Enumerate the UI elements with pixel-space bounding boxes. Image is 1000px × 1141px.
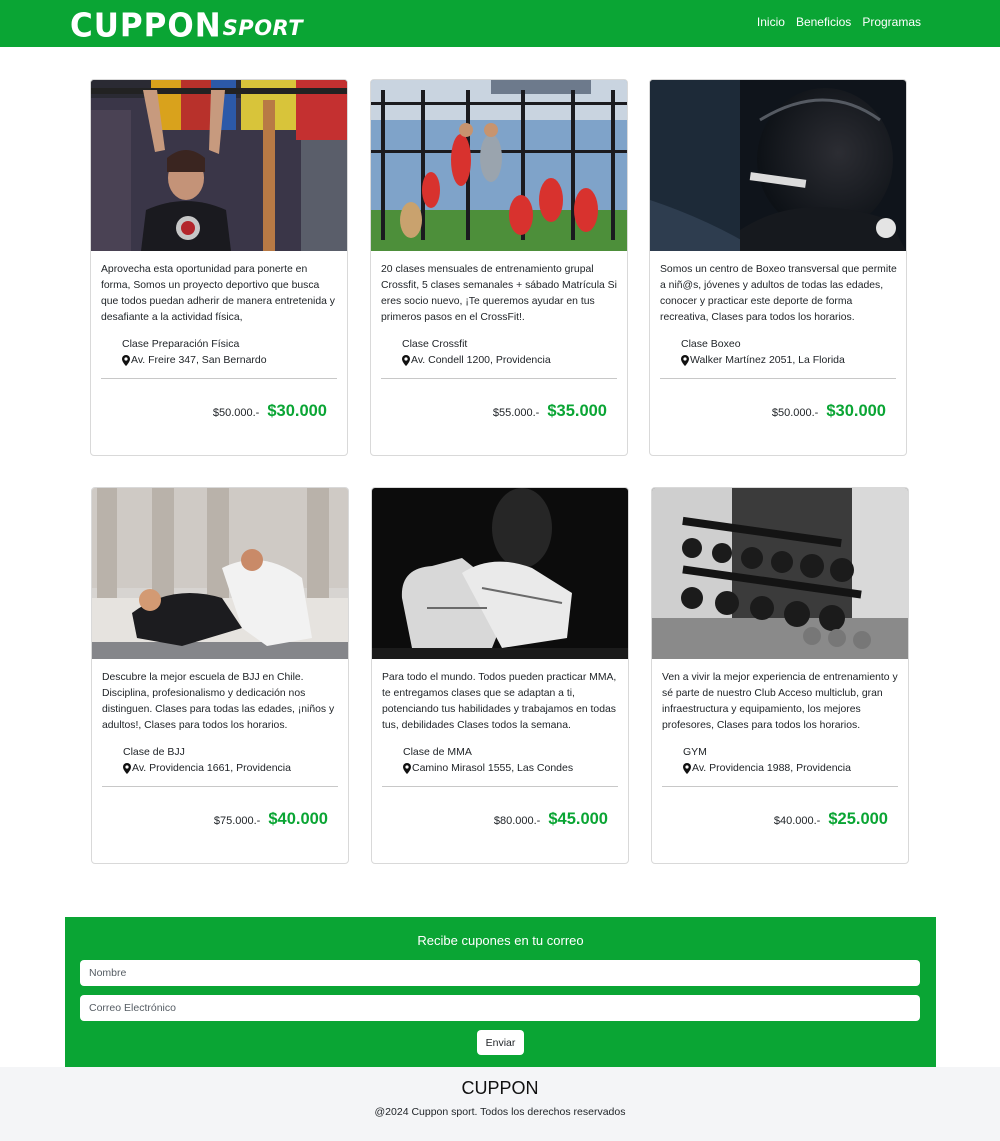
card-new-price: $25.000 (828, 810, 888, 828)
location-pin-icon (122, 354, 130, 366)
brand-logo-main: CUPPON (70, 7, 222, 45)
email-field[interactable] (80, 995, 920, 1021)
card-divider (102, 786, 338, 787)
newsletter-section: Recibe cupones en tu correo Enviar (65, 917, 936, 1068)
card-new-price: $30.000 (826, 402, 886, 420)
card-divider (660, 378, 896, 379)
card-new-price: $30.000 (267, 402, 327, 420)
card-address-text: Av. Providencia 1988, Providencia (692, 762, 851, 774)
card-description: Ven a vivir la mejor experiencia de entr… (662, 672, 898, 731)
offer-card: 20 clases mensuales de entrenamiento gru… (370, 79, 628, 456)
submit-button[interactable]: Enviar (477, 1030, 524, 1055)
location-pin-icon (402, 354, 410, 366)
location-pin-icon (681, 354, 689, 366)
card-address: Av. Freire 347, San Bernardo (101, 352, 339, 368)
offer-card: Descubre la mejor escuela de BJJ en Chil… (91, 487, 349, 864)
card-image-pullup (91, 80, 347, 251)
nav-link-programas[interactable]: Programas (862, 15, 921, 29)
brand-logo-sub: SPORT (222, 16, 304, 40)
card-image-crossfit (371, 80, 627, 251)
location-pin-icon (403, 762, 411, 774)
brand-logo[interactable]: CUPPON SPORT (70, 4, 304, 45)
card-prices: $50.000.- $30.000 (772, 402, 886, 421)
card-address-text: Av. Freire 347, San Bernardo (131, 354, 267, 366)
card-body: Aprovecha esta oportunidad para ponerte … (101, 262, 339, 368)
card-image-mma (372, 488, 628, 659)
offer-card: Somos un centro de Boxeo transversal que… (649, 79, 907, 456)
card-address-text: Av. Condell 1200, Providencia (411, 354, 551, 366)
card-divider (101, 378, 337, 379)
card-address-text: Camino Mirasol 1555, Las Condes (412, 762, 574, 774)
card-body: Para todo el mundo. Todos pueden practic… (382, 670, 620, 776)
card-prices: $80.000.- $45.000 (494, 810, 608, 829)
location-pin-icon (123, 762, 131, 774)
card-address-text: Walker Martínez 2051, La Florida (690, 354, 845, 366)
card-old-price: $50.000.- (771, 407, 819, 419)
card-address: Walker Martínez 2051, La Florida (660, 352, 898, 368)
card-class-name: Clase Boxeo (681, 338, 741, 350)
card-class-name: Clase Crossfit (402, 338, 468, 350)
card-prices: $40.000.- $25.000 (774, 810, 888, 829)
card-old-price: $50.000.- (212, 407, 260, 419)
card-image-bjj (92, 488, 348, 659)
card-divider (381, 378, 617, 379)
footer-brand: CUPPON (461, 1078, 539, 1098)
card-old-price: $80.000.- (493, 815, 541, 827)
card-address: Av. Providencia 1661, Providencia (102, 760, 340, 776)
card-prices: $75.000.- $40.000 (214, 810, 328, 829)
card-address: Camino Mirasol 1555, Las Condes (382, 760, 620, 776)
card-new-price: $35.000 (547, 402, 607, 420)
offer-card: Para todo el mundo. Todos pueden practic… (371, 487, 629, 864)
navbar: CUPPON SPORT Inicio Beneficios Programas (0, 0, 1000, 47)
card-prices: $50.000.- $30.000 (213, 402, 327, 421)
card-description: Descubre la mejor escuela de BJJ en Chil… (102, 672, 335, 731)
card-body: Somos un centro de Boxeo transversal que… (660, 262, 898, 368)
card-new-price: $40.000 (268, 810, 328, 828)
nav-link-inicio[interactable]: Inicio (757, 15, 785, 29)
location-pin-icon (683, 762, 691, 774)
card-prices: $55.000.- $35.000 (493, 402, 607, 421)
card-image-gym (652, 488, 908, 659)
offer-card: Ven a vivir la mejor experiencia de entr… (651, 487, 909, 864)
card-address: Av. Providencia 1988, Providencia (662, 760, 900, 776)
footer-copyright: @2024 Cuppon sport. Todos los derechos r… (374, 1106, 626, 1118)
card-body: Descubre la mejor escuela de BJJ en Chil… (102, 670, 340, 776)
card-divider (382, 786, 618, 787)
card-class-name: Clase Preparación Física (122, 338, 240, 350)
card-description: Aprovecha esta oportunidad para ponerte … (101, 264, 335, 323)
card-description: Para todo el mundo. Todos pueden practic… (382, 672, 617, 731)
card-description: 20 clases mensuales de entrenamiento gru… (381, 264, 617, 323)
card-class-name: Clase de BJJ (123, 746, 185, 758)
card-address: Av. Condell 1200, Providencia (381, 352, 619, 368)
nav-link-beneficios[interactable]: Beneficios (796, 15, 851, 29)
card-class-name: GYM (683, 746, 707, 758)
nav-menu: Inicio Beneficios Programas (757, 15, 921, 29)
card-new-price: $45.000 (548, 810, 608, 828)
card-address-text: Av. Providencia 1661, Providencia (132, 762, 291, 774)
name-field[interactable] (80, 960, 920, 986)
card-body: Ven a vivir la mejor experiencia de entr… (662, 670, 900, 776)
card-body: 20 clases mensuales de entrenamiento gru… (381, 262, 619, 368)
newsletter-title: Recibe cupones en tu correo (417, 933, 584, 948)
card-image-boxing (650, 80, 906, 251)
card-class-name: Clase de MMA (403, 746, 472, 758)
footer: CUPPON @2024 Cuppon sport. Todos los der… (0, 1067, 1000, 1141)
card-old-price: $40.000.- (773, 815, 821, 827)
card-old-price: $75.000.- (213, 815, 261, 827)
offer-card: Aprovecha esta oportunidad para ponerte … (90, 79, 348, 456)
card-divider (662, 786, 898, 787)
card-old-price: $55.000.- (492, 407, 540, 419)
card-description: Somos un centro de Boxeo transversal que… (660, 264, 897, 323)
